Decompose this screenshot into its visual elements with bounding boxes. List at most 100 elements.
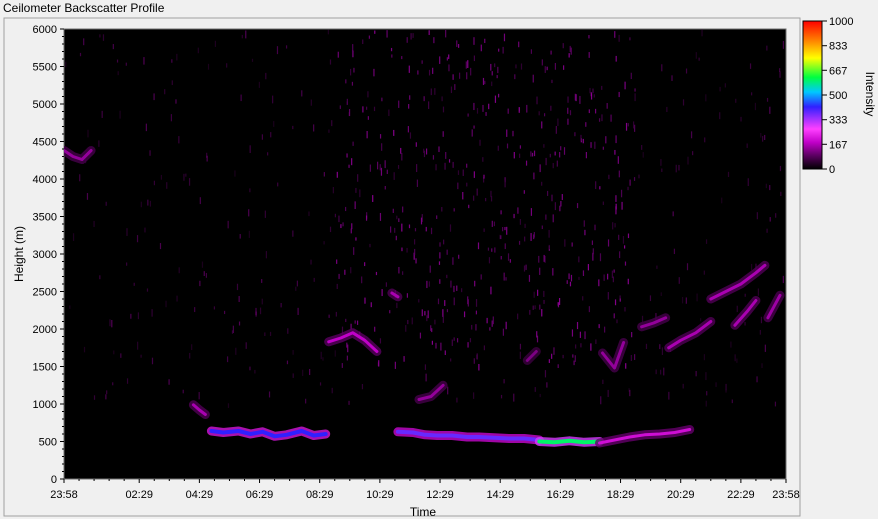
noise-speckle (582, 296, 584, 301)
noise-speckle (348, 164, 350, 168)
noise-speckle (412, 33, 414, 38)
noise-speckle (525, 160, 528, 166)
noise-speckle (401, 56, 403, 60)
noise-speckle (409, 95, 411, 100)
noise-speckle (617, 156, 619, 164)
noise-speckle (310, 259, 312, 265)
y-tick-label: 0 (51, 474, 57, 486)
noise-speckle (485, 197, 487, 202)
noise-speckle (378, 360, 380, 367)
noise-speckle (769, 106, 771, 114)
noise-speckle (533, 291, 535, 298)
noise-speckle (483, 345, 485, 351)
noise-speckle (627, 123, 629, 127)
noise-speckle (426, 280, 428, 289)
noise-speckle (189, 352, 191, 359)
noise-speckle (598, 118, 601, 122)
noise-speckle (310, 99, 312, 106)
noise-speckle (538, 111, 540, 116)
noise-speckle (292, 125, 294, 130)
noise-speckle (166, 182, 168, 189)
colorbar-tick-label: 333 (829, 115, 847, 127)
y-tick-label: 500 (39, 437, 57, 449)
noise-speckle (561, 194, 563, 200)
noise-speckle (379, 338, 382, 344)
noise-speckle (367, 116, 369, 120)
noise-speckle (423, 150, 426, 158)
noise-speckle (432, 67, 434, 74)
noise-speckle (490, 63, 492, 71)
noise-speckle (571, 329, 574, 337)
noise-speckle (125, 62, 127, 66)
noise-speckle (149, 150, 151, 156)
noise-speckle (381, 289, 383, 297)
noise-speckle (430, 88, 432, 96)
y-axis: 0 500 1000 1500 2000 2500 3000 3500 4000 4500 5000… (33, 24, 64, 486)
noise-speckle (618, 34, 620, 42)
noise-speckle (585, 122, 587, 127)
noise-speckle (445, 151, 447, 159)
noise-speckle (523, 265, 526, 272)
noise-speckle (475, 310, 478, 315)
noise-speckle (302, 369, 304, 376)
noise-speckle (575, 344, 577, 349)
noise-speckle (502, 46, 504, 54)
noise-speckle (685, 68, 688, 74)
noise-speckle (543, 144, 545, 148)
noise-speckle (672, 211, 674, 217)
noise-speckle (341, 363, 343, 368)
noise-speckle (292, 230, 294, 237)
noise-speckle (499, 234, 501, 240)
noise-speckle (345, 318, 347, 323)
noise-speckle (534, 305, 536, 310)
noise-speckle (359, 189, 361, 198)
noise-speckle (451, 339, 453, 346)
noise-speckle (178, 267, 180, 274)
noise-speckle (416, 179, 419, 187)
colorbar-gradient (802, 20, 823, 170)
noise-speckle (264, 210, 266, 218)
x-tick-label: 02:29 (125, 489, 153, 501)
noise-speckle (760, 316, 763, 324)
noise-speckle (606, 103, 608, 109)
noise-speckle (438, 146, 440, 153)
noise-speckle (548, 244, 550, 250)
noise-speckle (206, 155, 208, 162)
noise-speckle (632, 121, 635, 129)
noise-speckle (584, 229, 586, 236)
noise-speckle (381, 97, 383, 102)
noise-speckle (249, 188, 251, 193)
noise-speckle (406, 247, 408, 253)
noise-speckle (641, 315, 644, 323)
noise-speckle (779, 68, 781, 73)
noise-speckle (355, 187, 357, 193)
noise-speckle (474, 280, 476, 287)
noise-speckle (630, 72, 632, 80)
noise-speckle (594, 108, 597, 114)
noise-speckle (112, 44, 114, 50)
noise-speckle (631, 332, 633, 338)
noise-speckle (469, 338, 472, 343)
noise-speckle (458, 44, 460, 48)
noise-speckle (338, 215, 340, 223)
noise-speckle (394, 227, 396, 233)
noise-speckle (592, 88, 594, 94)
noise-speckle (559, 205, 561, 212)
noise-speckle (570, 274, 573, 282)
noise-speckle (434, 319, 436, 325)
noise-speckle (552, 162, 554, 169)
noise-speckle (594, 141, 596, 149)
y-tick-label: 4500 (33, 137, 57, 149)
noise-speckle (607, 292, 609, 300)
noise-speckle (500, 210, 502, 215)
noise-speckle (523, 190, 525, 194)
noise-speckle (734, 354, 736, 362)
noise-speckle (725, 383, 727, 391)
noise-speckle (600, 396, 602, 405)
noise-speckle (642, 152, 644, 158)
noise-speckle (779, 165, 782, 172)
noise-speckle (116, 59, 119, 63)
noise-speckle (456, 338, 459, 343)
noise-speckle (439, 242, 441, 247)
noise-speckle (133, 282, 135, 286)
